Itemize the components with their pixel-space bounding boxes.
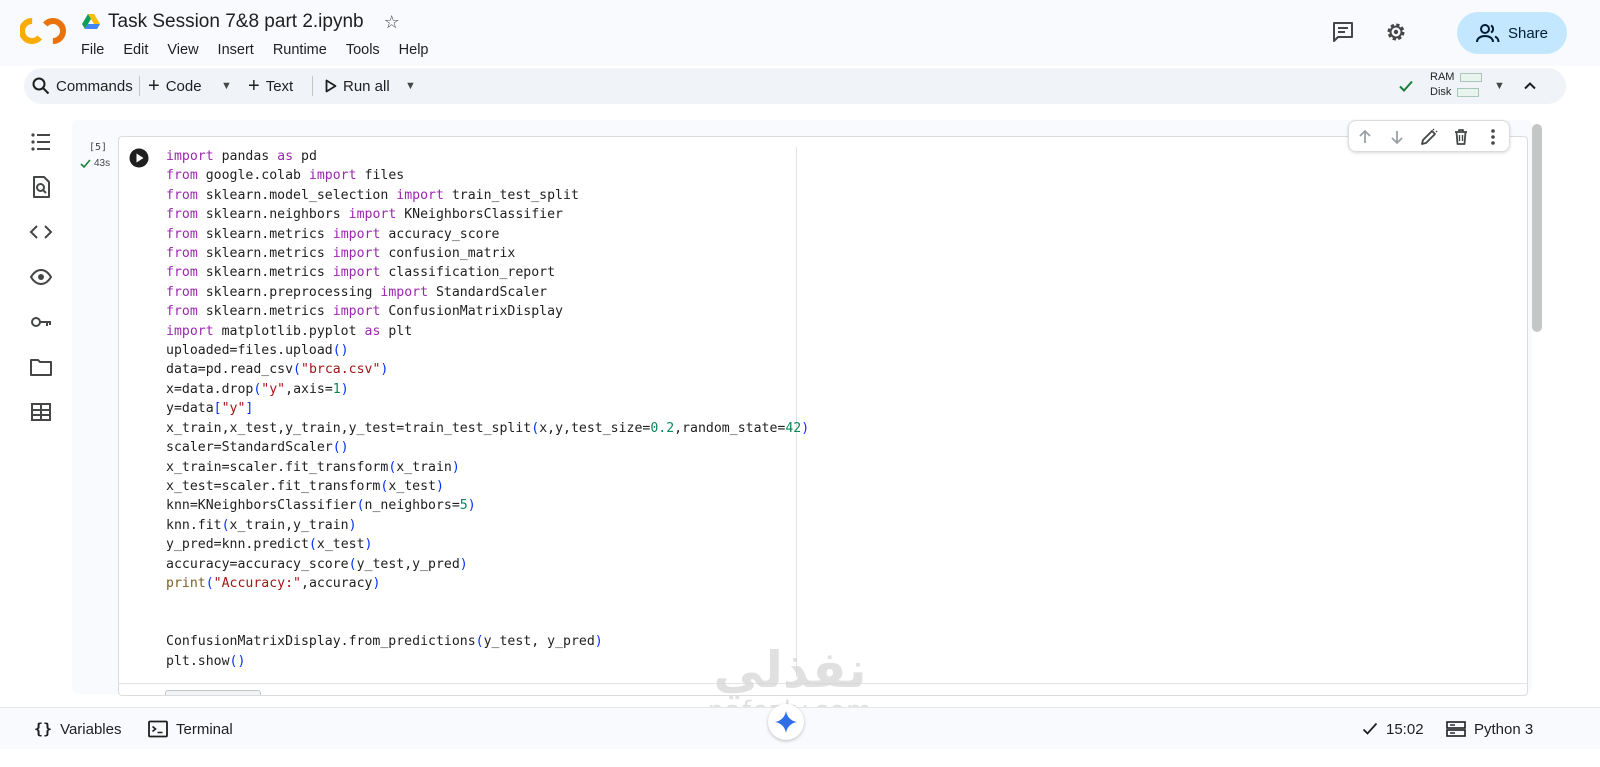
delete-trash-icon[interactable]	[1451, 127, 1471, 147]
execution-status-indicator[interactable]: 15:02	[1362, 708, 1424, 750]
table-of-contents-icon[interactable]	[29, 130, 53, 154]
move-up-arrow-icon[interactable]	[1355, 127, 1375, 147]
find-in-page-icon[interactable]	[29, 175, 53, 199]
add-code-button[interactable]: + Code	[148, 68, 202, 104]
menu-runtime[interactable]: Runtime	[273, 42, 336, 58]
files-folder-icon[interactable]	[29, 355, 53, 379]
disk-meter	[1457, 87, 1480, 97]
commands-button[interactable]: Commands	[32, 68, 133, 104]
server-rack-icon	[1446, 721, 1466, 737]
share-button[interactable]: Share	[1457, 12, 1567, 54]
run-all-button[interactable]: Run all	[325, 68, 390, 104]
menu-insert[interactable]: Insert	[218, 42, 263, 58]
gemini-assistant-button[interactable]	[768, 704, 804, 740]
move-down-arrow-icon[interactable]	[1387, 127, 1407, 147]
notebook-title[interactable]: Task Session 7&8 part 2.ipynb	[108, 11, 364, 33]
terminal-button[interactable]: Terminal	[148, 708, 233, 750]
google-drive-icon[interactable]	[82, 14, 100, 30]
terminal-label: Terminal	[176, 720, 233, 738]
menu-bar: File Edit View Insert Runtime Tools Help	[81, 42, 448, 58]
run-all-label: Run all	[343, 77, 390, 95]
success-check-icon	[80, 159, 91, 169]
secrets-key-icon[interactable]	[29, 310, 53, 334]
settings-gear-icon[interactable]	[1384, 20, 1408, 44]
sparkle-star-icon	[775, 711, 797, 733]
play-outline-icon	[325, 79, 337, 93]
code-cell-editor[interactable]: import pandas as pd from google.colab im…	[118, 136, 1528, 696]
vertical-scrollbar[interactable]	[1532, 124, 1542, 332]
output-divider	[119, 683, 1527, 684]
variable-inspector-eye-icon[interactable]	[29, 265, 53, 289]
execution-time: 43s	[94, 158, 111, 169]
toolbar-divider	[139, 76, 140, 96]
plus-icon: +	[248, 74, 260, 97]
app-header: Task Session 7&8 part 2.ipynb ☆ File Edi…	[0, 0, 1600, 66]
menu-help[interactable]: Help	[399, 42, 438, 58]
collapse-chevron-up-icon[interactable]	[1523, 79, 1537, 93]
code-snippets-icon[interactable]	[29, 220, 53, 244]
comments-icon[interactable]	[1331, 20, 1355, 44]
choose-files-button[interactable]	[165, 690, 261, 695]
code-dropdown-chevron-icon[interactable]: ▼	[221, 68, 232, 104]
star-icon[interactable]: ☆	[384, 12, 400, 33]
execution-count: [5]	[89, 142, 108, 153]
code-content[interactable]: import pandas as pd from google.colab im…	[166, 147, 809, 671]
text-label: Text	[265, 77, 294, 95]
share-label: Share	[1507, 24, 1549, 42]
data-table-icon[interactable]	[29, 400, 53, 424]
search-icon	[32, 77, 50, 95]
plus-icon: +	[148, 74, 160, 97]
edit-pen-icon[interactable]	[1419, 127, 1439, 147]
cell-toolbar	[1348, 120, 1510, 152]
resource-meter[interactable]: RAM Disk	[1430, 70, 1483, 100]
colab-logo[interactable]	[20, 14, 66, 48]
code-label: Code	[165, 77, 202, 95]
ram-label: RAM	[1430, 71, 1455, 83]
commands-label: Commands	[56, 77, 133, 95]
ram-meter	[1460, 72, 1483, 82]
menu-file[interactable]: File	[81, 42, 113, 58]
more-options-vertical-icon[interactable]	[1483, 127, 1503, 147]
disk-label: Disk	[1430, 86, 1452, 98]
toolbar-divider	[312, 76, 313, 96]
notebook-toolbar: Commands + Code ▼ + Text Run all ▼ RAM D…	[24, 68, 1566, 104]
check-icon	[1362, 722, 1378, 735]
variables-label: Variables	[60, 720, 122, 738]
menu-view[interactable]: View	[167, 42, 207, 58]
kernel-selector[interactable]: Python 3	[1446, 708, 1533, 750]
variables-button[interactable]: {} Variables	[34, 708, 121, 750]
status-time: 15:02	[1386, 720, 1424, 738]
people-icon	[1475, 24, 1500, 43]
connected-check-icon	[1399, 80, 1413, 92]
run-all-dropdown-chevron-icon[interactable]: ▼	[405, 68, 416, 104]
terminal-icon	[148, 720, 168, 738]
runtime-dropdown-chevron-icon[interactable]: ▼	[1494, 68, 1505, 104]
kernel-label: Python 3	[1474, 720, 1534, 738]
add-text-button[interactable]: + Text	[248, 68, 293, 104]
execution-status: 43s	[80, 158, 110, 169]
braces-icon: {}	[34, 720, 53, 738]
menu-edit[interactable]: Edit	[123, 42, 157, 58]
run-cell-play-icon[interactable]	[129, 148, 149, 168]
left-sidebar	[20, 118, 64, 438]
menu-tools[interactable]: Tools	[346, 42, 389, 58]
